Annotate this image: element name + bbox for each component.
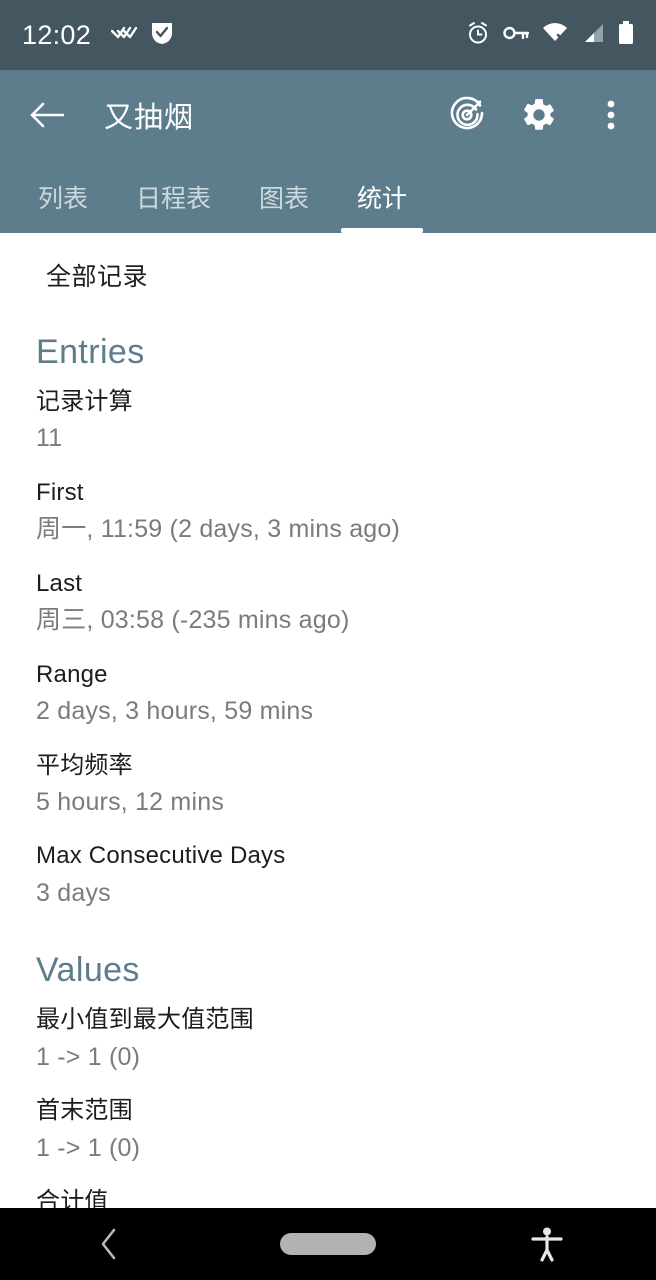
phone-screen: 12:02 又抽烟 列表 日程表 图表 统计 全部记录 Entries 记录计算… bbox=[0, 0, 656, 1280]
status-notification-icons bbox=[110, 21, 173, 50]
tab-statistics[interactable]: 统计 bbox=[333, 160, 431, 233]
system-navigation-bar bbox=[0, 1208, 656, 1280]
stat-row: 首末范围 1 -> 1 (0) bbox=[36, 1095, 620, 1166]
stat-value: 周三, 03:58 (-235 mins ago) bbox=[36, 606, 350, 635]
page-title: 又抽烟 bbox=[104, 102, 195, 134]
stat-label: 最小值到最大值范围 bbox=[36, 1006, 254, 1034]
stat-row: 平均频率 5 hours, 12 mins bbox=[36, 750, 620, 821]
tab-schedule[interactable]: 日程表 bbox=[112, 160, 235, 233]
overflow-menu-icon[interactable] bbox=[590, 94, 632, 136]
app-bar-top-row: 又抽烟 bbox=[0, 70, 656, 160]
wifi-off-icon bbox=[542, 22, 568, 49]
stat-value: 3 days bbox=[36, 878, 111, 907]
goal-target-icon[interactable] bbox=[446, 94, 488, 136]
stat-value: 2 days, 3 hours, 59 mins bbox=[36, 697, 314, 726]
stat-label: Max Consecutive Days bbox=[36, 842, 286, 870]
tab-label: 日程表 bbox=[136, 184, 212, 213]
status-bar: 12:02 bbox=[0, 0, 656, 70]
stat-value: 11 bbox=[36, 424, 63, 453]
stat-value: 1 -> 1 (0) bbox=[36, 1133, 141, 1162]
home-pill bbox=[279, 1233, 376, 1255]
section-entries: Entries 记录计算 11 First 周一, 11:59 (2 days,… bbox=[36, 333, 620, 911]
stat-row: Last 周三, 03:58 (-235 mins ago) bbox=[36, 568, 620, 639]
stat-row: First 周一, 11:59 (2 days, 3 mins ago) bbox=[36, 477, 620, 548]
nav-accessibility-icon[interactable] bbox=[487, 1208, 607, 1280]
stat-value: 周一, 11:59 (2 days, 3 mins ago) bbox=[36, 515, 401, 544]
stat-row: 记录计算 11 bbox=[36, 386, 620, 457]
status-clock: 12:02 bbox=[22, 19, 92, 50]
stat-label: Last bbox=[36, 569, 83, 597]
scope-label: 全部记录 bbox=[46, 263, 149, 291]
stat-row: 最小值到最大值范围 1 -> 1 (0) bbox=[36, 1004, 620, 1075]
section-heading: Values bbox=[36, 951, 140, 990]
app-bar-actions bbox=[446, 94, 632, 136]
tab-label: 列表 bbox=[38, 184, 89, 213]
notification-check-icon bbox=[151, 21, 173, 50]
section-values: Values 最小值到最大值范围 1 -> 1 (0) 首末范围 1 -> 1 … bbox=[36, 951, 620, 1218]
notification-wings-icon bbox=[110, 22, 138, 49]
battery-icon bbox=[618, 20, 634, 50]
stat-value: 1 -> 1 (0) bbox=[36, 1042, 141, 1071]
stat-label: 平均频率 bbox=[36, 751, 133, 779]
stat-label: Range bbox=[36, 660, 108, 688]
stat-label: 首末范围 bbox=[36, 1097, 133, 1125]
app-bar: 又抽烟 列表 日程表 图表 统计 bbox=[0, 70, 656, 233]
stat-value: 5 hours, 12 mins bbox=[36, 787, 225, 816]
section-heading: Entries bbox=[36, 333, 145, 371]
alarm-icon bbox=[466, 21, 490, 50]
tab-chart[interactable]: 图表 bbox=[235, 160, 333, 233]
back-arrow-icon[interactable] bbox=[24, 92, 70, 138]
settings-gear-icon[interactable] bbox=[518, 94, 560, 136]
cellular-signal-icon bbox=[581, 22, 605, 49]
vpn-key-icon bbox=[503, 24, 530, 47]
stat-label: 记录计算 bbox=[36, 388, 133, 415]
nav-back-icon[interactable] bbox=[49, 1208, 169, 1280]
stat-row: Range 2 days, 3 hours, 59 mins bbox=[36, 659, 620, 730]
stat-row: Max Consecutive Days 3 days bbox=[36, 840, 620, 911]
stat-label: First bbox=[36, 478, 84, 506]
tab-bar: 列表 日程表 图表 统计 bbox=[0, 160, 656, 233]
statistics-content: 全部记录 Entries 记录计算 11 First 周一, 11:59 (2 … bbox=[0, 233, 656, 1280]
nav-home-pill-icon[interactable] bbox=[268, 1208, 388, 1280]
status-system-icons bbox=[466, 20, 634, 50]
tab-label: 图表 bbox=[259, 184, 310, 213]
tab-label: 统计 bbox=[357, 184, 408, 213]
tab-list[interactable]: 列表 bbox=[14, 160, 112, 233]
